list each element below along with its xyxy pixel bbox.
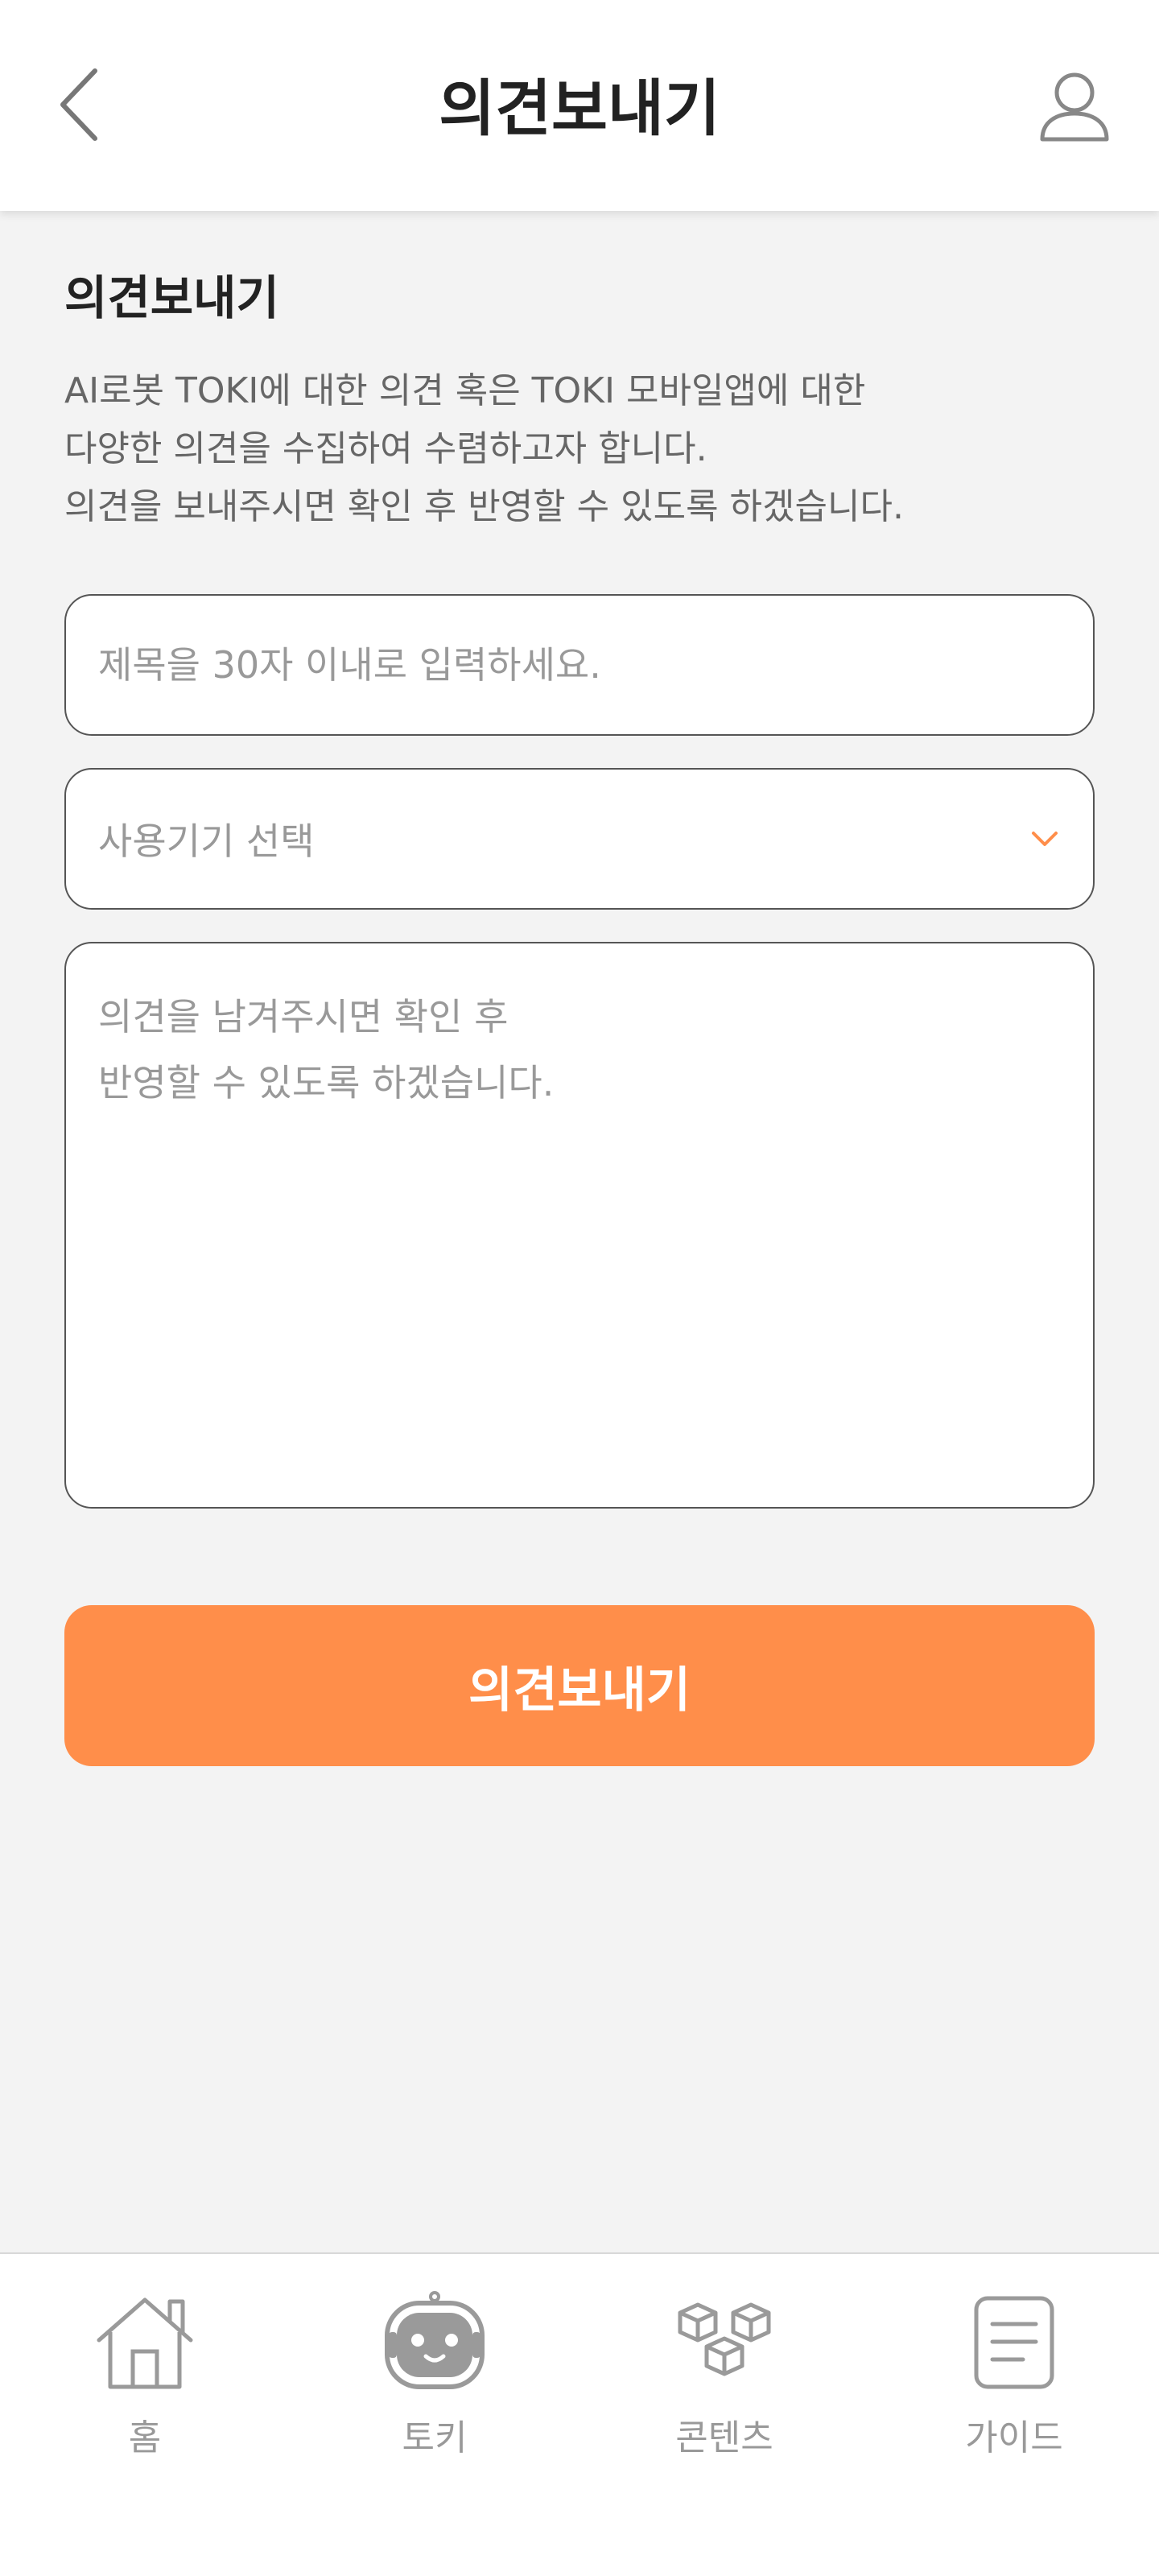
intro-line: 의견을 보내주시면 확인 후 반영할 수 있도록 하겠습니다. [64,486,904,527]
top-header: 의견보내기 [0,0,1159,211]
intro-description: AI로봇 TOKI에 대한 의견 혹은 TOKI 모바일앱에 대한 다양한 의견… [64,362,1095,536]
profile-button[interactable] [1030,63,1119,151]
section-title: 의견보내기 [64,270,279,325]
app-root: 의견보내기 의견보내기 AI로봇 TOKI에 대한 의견 혹은 TOKI 모바일… [0,0,1159,2576]
nav-label-home: 홈 [128,2417,162,2458]
cubes-icon [668,2286,781,2399]
title-input[interactable] [98,643,1061,687]
device-select[interactable]: 사용기기 선택 [64,768,1095,910]
robot-face-icon [378,2286,491,2399]
device-select-label: 사용기기 선택 [98,819,315,863]
nav-item-toki[interactable]: 토키 [330,2286,539,2479]
chevron-down-icon [1032,832,1058,846]
title-field [64,594,1095,736]
nav-item-guide[interactable]: 가이드 [909,2286,1119,2479]
user-icon [1040,72,1109,142]
nav-item-home[interactable]: 홈 [40,2286,250,2479]
content-textarea[interactable] [98,984,1061,1467]
intro-line: 다양한 의견을 수집하여 수렴하고자 합니다. [64,428,707,469]
page-title: 의견보내기 [439,72,720,144]
nav-label-contents: 콘텐츠 [675,2417,773,2458]
submit-button[interactable]: 의견보내기 [64,1605,1095,1766]
document-icon [958,2286,1070,2399]
nav-item-contents[interactable]: 콘텐츠 [620,2286,829,2479]
home-icon [89,2286,201,2399]
content-field [64,942,1095,1509]
intro-line: AI로봇 TOKI에 대한 의견 혹은 TOKI 모바일앱에 대한 [64,370,866,411]
nav-label-toki: 토키 [402,2417,468,2458]
nav-label-guide: 가이드 [965,2417,1063,2458]
bottom-navigation: 홈 토키 콘텐츠 가이드 [0,2252,1159,2576]
